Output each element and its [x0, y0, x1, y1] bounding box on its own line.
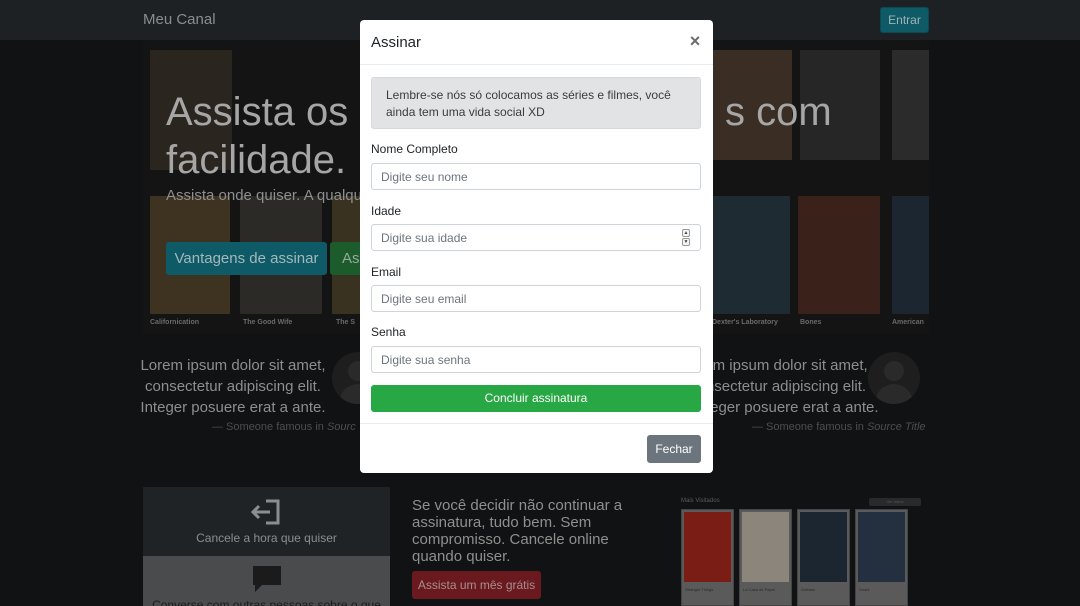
password-label: Senha: [371, 325, 406, 339]
avatar: [868, 352, 920, 404]
hero-title-line1: Assista os: [166, 90, 349, 134]
benefits-button[interactable]: Vantagens de assinar: [166, 242, 327, 275]
gallery-card[interactable]: Stranger Things: [681, 509, 734, 606]
free-trial-button[interactable]: Assista um mês grátis: [412, 571, 541, 599]
modal-footer: Fechar: [360, 423, 713, 473]
increment-icon[interactable]: ▲: [682, 229, 690, 237]
gallery-card[interactable]: La Casa de Papel: [739, 509, 792, 606]
gallery-card-title: Ozark: [859, 587, 870, 592]
age-input[interactable]: [371, 224, 701, 251]
feature-cancel-card: Cancele a hora que quiser: [143, 487, 390, 556]
gallery-card-title: La Casa de Papel: [743, 587, 775, 592]
feature-chat-label: Converse com outras pessoas sobre o que: [152, 598, 381, 606]
age-stepper[interactable]: ▲ ▼: [680, 227, 692, 248]
brand-logo[interactable]: Meu Canal: [143, 11, 216, 28]
poster-image: [712, 196, 790, 314]
subscribe-modal: Assinar × Lembre-se nós só colocamos as …: [360, 20, 713, 473]
feature-cancel-label: Cancele a hora que quiser: [196, 531, 337, 545]
close-icon[interactable]: ×: [684, 30, 706, 52]
poster-caption: Californication: [150, 319, 200, 326]
gallery-card-image: [800, 512, 847, 582]
poster-image: [892, 50, 929, 160]
gallery-card[interactable]: Gotham: [797, 509, 850, 606]
email-label: Email: [371, 265, 402, 279]
cancel-policy-text: Se você decidir não continuar a assinatu…: [412, 497, 623, 565]
sign-out-icon: [250, 499, 280, 525]
submit-subscription-button[interactable]: Concluir assinatura: [371, 385, 701, 412]
email-input[interactable]: [371, 285, 701, 312]
chat-icon: [253, 566, 281, 592]
testimonial-source: Source Title: [866, 421, 926, 433]
password-input[interactable]: [371, 346, 701, 373]
modal-title: Assinar: [371, 34, 422, 51]
testimonial-author: — Someone famous in: [212, 421, 324, 433]
poster-caption: American: [892, 319, 924, 326]
hero-title: Assista os facilidade.: [166, 88, 348, 184]
gallery-card-image: [742, 512, 789, 582]
poster-caption: Bones: [800, 319, 822, 326]
notice-alert: Lembre-se nós só colocamos as séries e f…: [371, 77, 701, 129]
decrement-icon[interactable]: ▼: [682, 238, 690, 246]
feature-chat-card: Converse com outras pessoas sobre o que: [143, 556, 390, 606]
modal-header: Assinar ×: [360, 20, 713, 65]
gallery-card-image: [684, 512, 731, 582]
close-button[interactable]: Fechar: [647, 435, 701, 463]
hero-subtitle: Assista onde quiser. A qualque: [166, 187, 371, 204]
gallery-title: Mais Visitados: [681, 498, 720, 504]
most-visited-gallery: Mais Visitados Ver todos Stranger Things…: [678, 495, 924, 606]
name-input[interactable]: [371, 163, 701, 190]
testimonial-text-left: Lorem ipsum dolor sit amet, consectetur …: [140, 357, 326, 416]
age-label: Idade: [371, 204, 402, 218]
gallery-card-title: Gotham: [801, 587, 816, 592]
name-label: Nome Completo: [371, 142, 458, 156]
testimonial-footer-right: — Someone famous in Source Title: [752, 421, 926, 433]
view-all-button[interactable]: Ver todos: [869, 498, 921, 506]
testimonial-footer-left: — Someone famous in Sourc: [212, 421, 356, 433]
testimonial-author: — Someone famous in: [752, 421, 864, 433]
gallery-card[interactable]: Ozark: [855, 509, 908, 606]
poster-caption: Dexter's Laboratory: [712, 319, 778, 326]
hero-title-right: s com: [725, 90, 832, 134]
poster-caption: The Good Wife: [243, 319, 293, 326]
gallery-card-image: [858, 512, 905, 582]
login-button[interactable]: Entrar: [880, 7, 929, 33]
poster-image: [892, 196, 929, 314]
gallery-card-title: Stranger Things: [685, 587, 714, 592]
testimonial-source: Sourc: [326, 421, 356, 433]
poster-image: [798, 196, 880, 314]
testimonial-text-right: em ipsum dolor sit amet, nsectetur adipi…: [693, 357, 879, 416]
hero-title-line2: facilidade.: [166, 138, 347, 182]
poster-caption: The S: [336, 319, 356, 326]
